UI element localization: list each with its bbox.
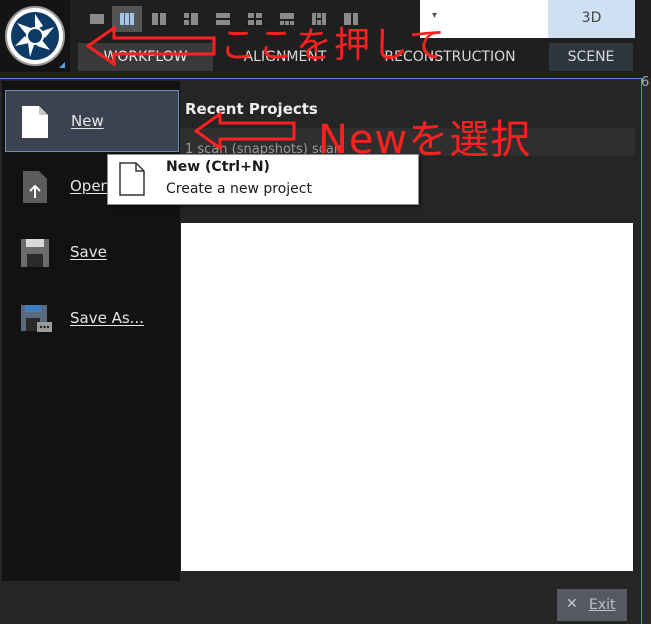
exit-label: Exit [589, 597, 616, 613]
save-icon [19, 236, 51, 274]
clipped-panel-text: 6 [641, 75, 650, 90]
tooltip-description: Create a new project [166, 181, 312, 197]
annotation-select-new: Newを選択 [318, 117, 532, 163]
annotation-click-here: ここを押して [220, 25, 447, 66]
exit-button[interactable]: ✕ Exit [557, 589, 627, 621]
view-3d-label: 3D [581, 10, 602, 26]
app-menu-button[interactable] [0, 0, 70, 72]
new-document-icon [118, 161, 146, 201]
new-document-icon [20, 105, 50, 143]
menu-corner-indicator [59, 62, 65, 68]
save-as-icon [19, 302, 53, 340]
sidebar-item-label: New [71, 112, 104, 130]
annotation-arrow-icon [85, 25, 216, 67]
recent-projects-list[interactable] [181, 223, 633, 571]
sidebar-item-save[interactable]: Save [5, 222, 179, 284]
tooltip-title: New (Ctrl+N) [166, 159, 270, 175]
tab-scene[interactable]: SCENE [549, 43, 633, 71]
app-logo-icon [5, 6, 65, 66]
open-document-icon [19, 170, 49, 208]
sidebar-item-save-as[interactable]: Save As... [5, 288, 179, 350]
annotation-arrow-icon [193, 111, 296, 151]
sidebar-item-new[interactable]: New [5, 90, 179, 152]
view-3d-button[interactable]: 3D [548, 0, 635, 38]
sidebar-item-label: Save [70, 243, 107, 261]
sidebar-item-label: Save As... [70, 309, 144, 327]
close-icon: ✕ [566, 596, 578, 612]
